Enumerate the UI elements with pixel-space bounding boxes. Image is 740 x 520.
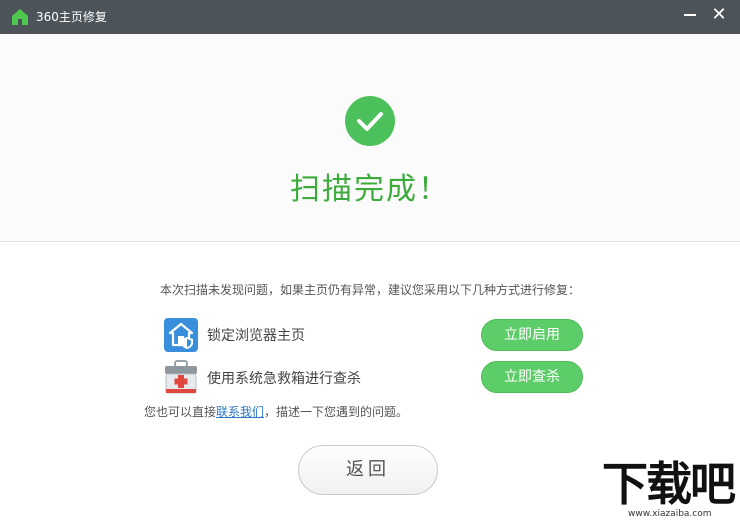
option-label-lock-homepage: 锁定浏览器主页: [207, 328, 305, 344]
watermark-url: www.xiazaiba.com: [628, 509, 712, 519]
minimize-icon: [684, 14, 696, 16]
checkmark-circle-icon: [345, 96, 395, 146]
minimize-button[interactable]: [678, 5, 702, 27]
result-panel: 扫描完成！: [0, 34, 740, 242]
enable-lock-button[interactable]: 立即启用: [481, 319, 583, 351]
first-aid-kit-icon: [165, 360, 197, 394]
contact-suffix: ，描述一下您遇到的问题。: [264, 405, 409, 419]
browser-lock-icon: [164, 318, 198, 352]
title-bar: 360主页修复 ✕: [0, 0, 740, 34]
option-label-first-aid: 使用系统急救箱进行查杀: [207, 371, 361, 387]
window-title: 360主页修复: [36, 10, 107, 24]
close-button[interactable]: ✕: [707, 5, 731, 27]
scan-description: 本次扫描未发现问题，如果主页仍有异常，建议您采用以下几种方式进行修复：: [159, 283, 580, 297]
contact-us-link[interactable]: 联系我们: [216, 405, 264, 419]
scan-kill-button[interactable]: 立即查杀: [481, 361, 583, 393]
scan-complete-title: 扫描完成！: [290, 172, 450, 207]
close-icon: ✕: [711, 4, 727, 25]
contact-prefix: 您也可以直接: [144, 405, 217, 419]
contact-line: 您也可以直接联系我们，描述一下您遇到的问题。: [144, 403, 408, 420]
watermark-logo: 下载吧: [602, 457, 736, 511]
house-icon: [12, 9, 28, 25]
back-button[interactable]: 返回: [298, 445, 438, 495]
